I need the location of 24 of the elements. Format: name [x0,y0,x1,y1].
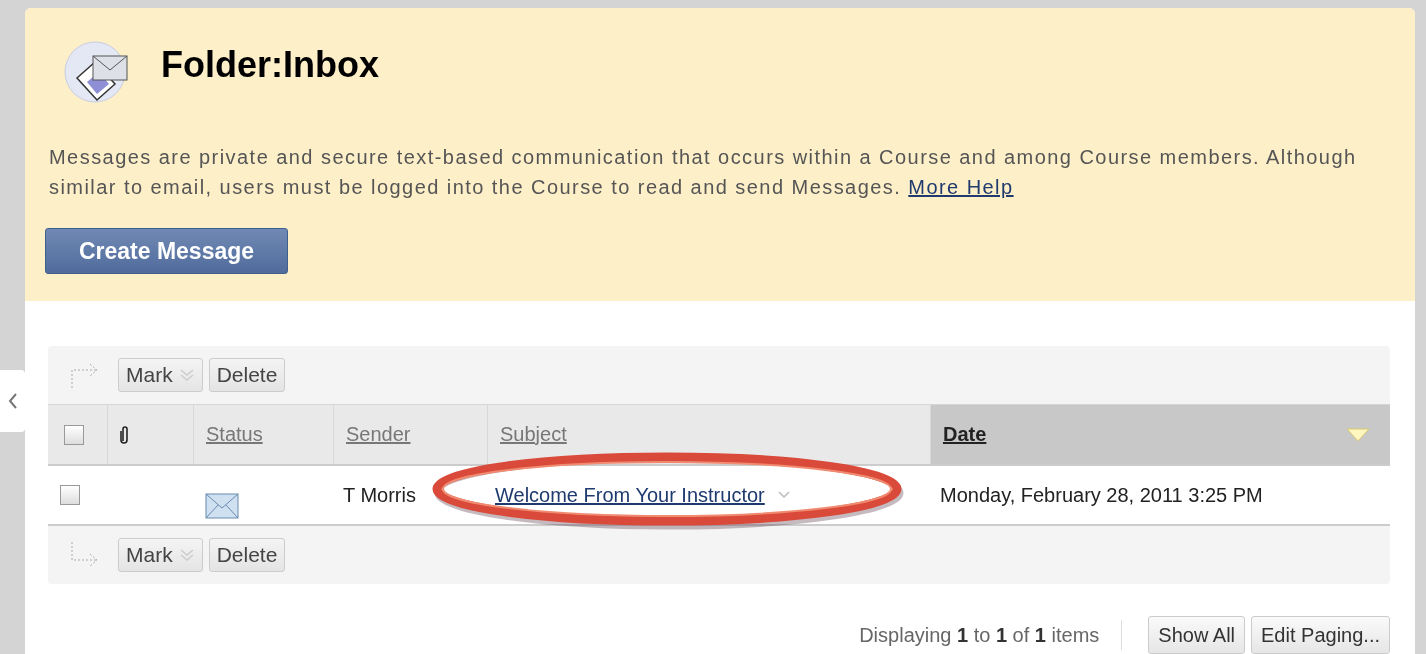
sort-link[interactable]: Status [206,423,263,446]
sort-link[interactable]: Subject [500,423,567,446]
edit-paging-button[interactable]: Edit Paging... [1251,616,1390,654]
chevron-down-icon [178,368,195,382]
show-all-button[interactable]: Show All [1148,616,1246,654]
delete-button[interactable]: Delete [208,538,286,572]
collapse-tab[interactable] [0,370,25,432]
sort-link[interactable]: Date [943,423,987,446]
date-cell: Monday, February 28, 2011 3:25 PM [930,464,1390,526]
chevron-left-icon [7,393,18,409]
chevron-down-icon [178,548,195,562]
paperclip-icon [120,424,130,445]
help-link[interactable]: More Help [908,176,1014,198]
mark-dropdown[interactable]: Mark [118,538,203,572]
checkbox[interactable] [64,424,84,445]
paging-summary: Displaying 1 to 1 of 1 items [859,623,1100,647]
sort-link[interactable]: Sender [346,423,411,446]
create-message-button[interactable]: Create Message [45,228,288,274]
sort-arrow-icon [1346,427,1370,442]
mark-dropdown[interactable]: Mark [118,358,203,392]
description-text: Messages are private and secure text-based communication that occurs within a Course and among Course members. Although similar to email, users must be logged into the Course to read and send Messages. More Help [49,145,1358,200]
checkbox[interactable] [60,485,80,505]
delete-button[interactable]: Delete [208,358,286,392]
page-title: Folder:Inbox [161,44,379,86]
